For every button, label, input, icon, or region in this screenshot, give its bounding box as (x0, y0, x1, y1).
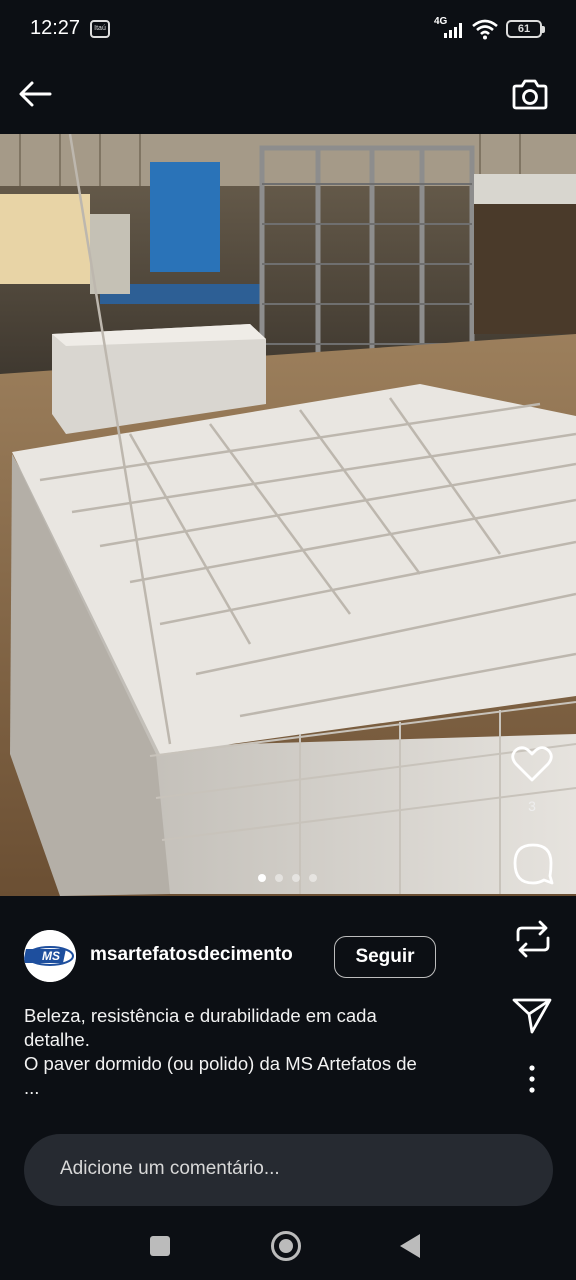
post-caption[interactable]: Beleza, resistência e durabilidade em ca… (24, 1004, 494, 1100)
caption-line: Beleza, resistência e durabilidade em ca… (24, 1005, 377, 1026)
brand-logo: MS (24, 930, 76, 982)
caption-line: O paver dormido (ou polido) da MS Artefa… (24, 1053, 417, 1074)
recents-button[interactable] (150, 1236, 170, 1256)
more-vertical-icon[interactable] (518, 1062, 546, 1096)
status-time: 12:27 (30, 17, 81, 39)
send-icon[interactable] (510, 994, 554, 1038)
heart-icon[interactable] (510, 744, 554, 784)
follow-button[interactable]: Seguir (334, 936, 436, 978)
caption-line: ... (24, 1077, 40, 1098)
top-bar (0, 58, 576, 134)
signal-icon (444, 23, 462, 38)
carousel-dot (275, 874, 283, 882)
carousel-dot (258, 874, 266, 882)
repost-icon[interactable] (510, 916, 556, 962)
paver-pallet-image (0, 134, 576, 896)
system-back-button[interactable] (400, 1234, 420, 1258)
carousel-dot (309, 874, 317, 882)
system-nav-bar (0, 1212, 576, 1280)
like-count: 3 (528, 798, 536, 814)
wifi-icon (472, 19, 498, 40)
battery-icon: 61 (506, 20, 545, 38)
comment-bar[interactable]: Adicione um comentário... (24, 1134, 553, 1206)
camera-icon[interactable] (508, 72, 552, 116)
avatar[interactable]: MS (24, 930, 76, 982)
carrier-app-icon: Itaú (90, 20, 110, 38)
carousel-dot (292, 874, 300, 882)
carousel-indicator (258, 874, 317, 882)
username[interactable]: msartefatosdecimento (90, 944, 293, 966)
post-photo[interactable] (0, 134, 576, 896)
status-bar: 12:27 Itaú 4G 61 (0, 0, 576, 58)
caption-line: detalhe. (24, 1029, 90, 1050)
svg-text:MS: MS (42, 949, 60, 963)
comment-input[interactable]: Adicione um comentário... (60, 1158, 520, 1180)
home-button[interactable] (271, 1231, 301, 1261)
back-arrow-icon[interactable] (16, 74, 56, 114)
comment-bubble-icon[interactable] (510, 840, 556, 886)
